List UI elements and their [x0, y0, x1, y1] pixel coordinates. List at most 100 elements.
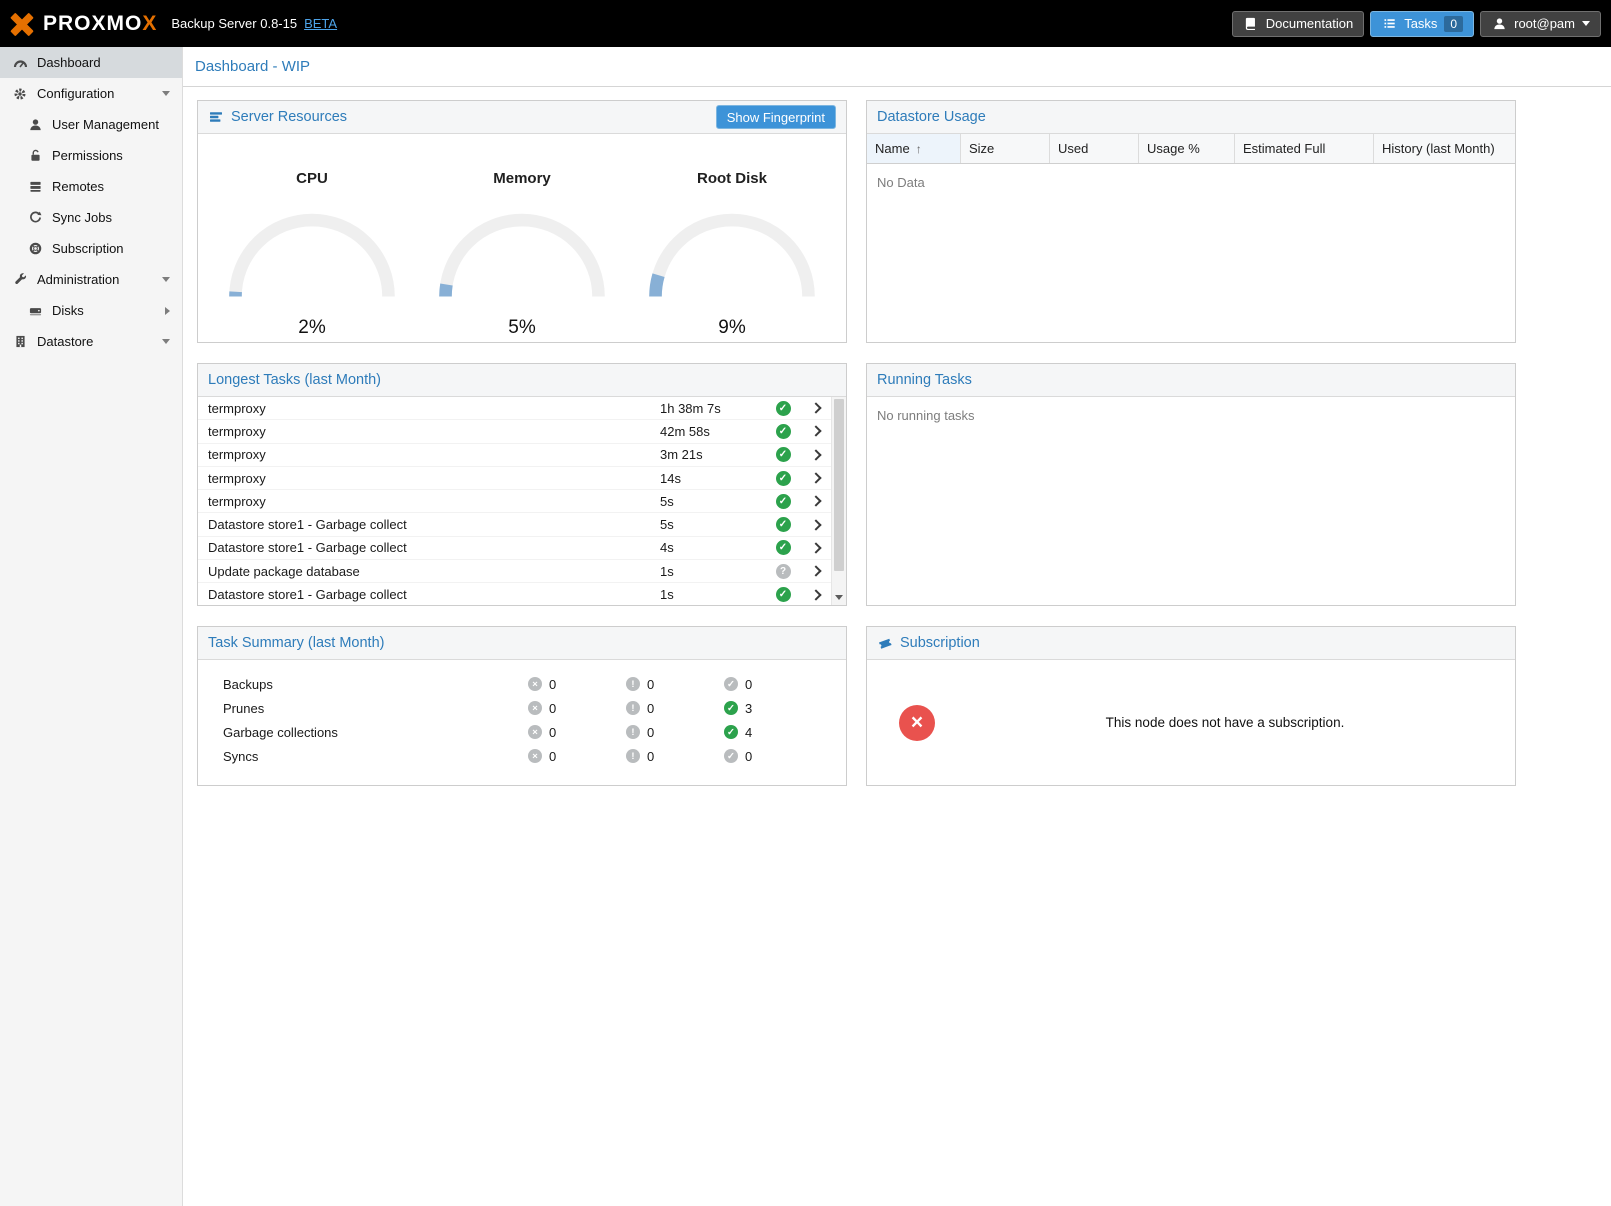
caret-down-icon[interactable]	[162, 339, 170, 344]
task-summary-title: Task Summary (last Month)	[208, 635, 384, 651]
task-row[interactable]: termproxy1h 38m 7s✓	[198, 397, 831, 420]
datastore-usage-body: Name↑SizeUsedUsage %Estimated FullHistor…	[867, 134, 1515, 342]
sidebar-item-remotes[interactable]: Remotes	[0, 171, 182, 202]
user-menu-label: root@pam	[1514, 16, 1575, 31]
gauge-root-disk: Root Disk9%	[630, 170, 834, 342]
chevron-right-icon	[810, 496, 821, 507]
documentation-button[interactable]: Documentation	[1232, 11, 1364, 37]
status-ok-icon: ✓	[776, 587, 791, 602]
server-resources-icon	[208, 110, 224, 124]
subscription-message: This node does not have a subscription.	[935, 715, 1515, 730]
running-tasks-body: No running tasks	[867, 397, 1515, 605]
task-summary-header: Task Summary (last Month)	[198, 627, 846, 660]
proxmox-logo: PROXMOX	[10, 12, 157, 36]
book-icon	[1243, 17, 1259, 31]
caret-right-icon[interactable]	[165, 307, 170, 315]
sidebar-item-datastore[interactable]: Datastore	[0, 326, 182, 357]
sidebar-item-administration[interactable]: Administration	[0, 264, 182, 295]
building-icon	[12, 335, 28, 349]
no-subscription-icon: ×	[899, 705, 935, 741]
task-row[interactable]: termproxy14s✓	[198, 467, 831, 490]
beta-link[interactable]: BETA	[304, 16, 337, 31]
longest-tasks-list: termproxy1h 38m 7s✓termproxy42m 58s✓term…	[198, 397, 846, 605]
task-row[interactable]: Datastore store1 - Garbage collect5s✓	[198, 513, 831, 536]
gauges-area: CPU2%Memory5%Root Disk9%	[198, 134, 846, 342]
support-icon	[27, 242, 43, 256]
open-task-button[interactable]	[801, 567, 831, 575]
sidebar-item-permissions[interactable]: Permissions	[0, 140, 182, 171]
status-unknown-icon: ?	[776, 564, 791, 579]
column-header-estimated-full[interactable]: Estimated Full	[1235, 134, 1374, 163]
column-header-usage[interactable]: Usage %	[1139, 134, 1235, 163]
server-resources-header: Server Resources Show Fingerprint	[198, 101, 846, 134]
error-icon: ×	[528, 677, 542, 691]
warning-icon: !	[626, 725, 640, 739]
longest-tasks-panel: Longest Tasks (last Month) termproxy1h 3…	[197, 363, 847, 606]
scrollbar-thumb[interactable]	[834, 399, 844, 571]
running-tasks-empty-text: No running tasks	[867, 397, 1515, 434]
column-header-name[interactable]: Name↑	[867, 134, 961, 163]
column-header-size[interactable]: Size	[961, 134, 1050, 163]
datastore-usage-title: Datastore Usage	[877, 109, 986, 125]
open-task-button[interactable]	[801, 544, 831, 552]
task-row[interactable]: termproxy42m 58s✓	[198, 420, 831, 443]
task-row[interactable]: termproxy3m 21s✓	[198, 444, 831, 467]
server-resources-panel: Server Resources Show Fingerprint CPU2%M…	[197, 100, 847, 343]
column-header-history-last-month[interactable]: History (last Month)	[1374, 134, 1515, 163]
warning-icon: !	[626, 749, 640, 763]
show-fingerprint-button[interactable]: Show Fingerprint	[716, 105, 836, 129]
open-task-button[interactable]	[801, 591, 831, 599]
user-menu-button[interactable]: root@pam	[1480, 11, 1601, 37]
sidebar-item-subscription[interactable]: Subscription	[0, 233, 182, 264]
warning-icon: !	[626, 677, 640, 691]
user-icon	[27, 118, 43, 132]
open-task-button[interactable]	[801, 404, 831, 412]
task-row[interactable]: Datastore store1 - Garbage collect1s✓	[198, 583, 831, 605]
status-ok-icon: ✓	[776, 471, 791, 486]
gauge-value: 2%	[210, 317, 414, 339]
ok-icon: ✓	[724, 701, 738, 715]
gears-icon	[12, 87, 28, 101]
caret-down-icon[interactable]	[162, 91, 170, 96]
scrollbar[interactable]	[831, 397, 846, 605]
open-task-button[interactable]	[801, 474, 831, 482]
chevron-right-icon	[810, 472, 821, 483]
sort-asc-icon: ↑	[916, 142, 922, 156]
caret-down-icon[interactable]	[162, 277, 170, 282]
wrench-icon	[12, 273, 28, 287]
error-icon: ×	[528, 725, 542, 739]
documentation-label: Documentation	[1266, 16, 1353, 31]
open-task-button[interactable]	[801, 451, 831, 459]
tasks-count-badge: 0	[1444, 16, 1463, 32]
brand-wordmark: PROXMOX	[43, 12, 157, 36]
open-task-button[interactable]	[801, 427, 831, 435]
server-resources-title: Server Resources	[231, 109, 347, 125]
task-row[interactable]: Update package database1s?	[198, 560, 831, 583]
topbar-actions: Documentation Tasks 0 root@pam	[1232, 11, 1601, 37]
running-tasks-header: Running Tasks	[867, 364, 1515, 397]
subscription-title: Subscription	[900, 635, 980, 651]
summary-row-garbage-collections: Garbage collections×0!0✓4	[198, 720, 846, 744]
task-row[interactable]: Datastore store1 - Garbage collect4s✓	[198, 537, 831, 560]
scroll-down-button[interactable]	[832, 590, 846, 605]
sidebar-item-dashboard[interactable]: Dashboard	[0, 47, 182, 78]
topbar: PROXMOX Backup Server 0.8-15 BETA Docume…	[0, 0, 1611, 47]
task-row[interactable]: termproxy5s✓	[198, 490, 831, 513]
page-title: Dashboard - WIP	[195, 58, 310, 75]
task-summary-body: Backups×0!0✓0Prunes×0!0✓3Garbage collect…	[198, 660, 846, 785]
open-task-button[interactable]	[801, 521, 831, 529]
main-content: Dashboard - WIP Server Resources Show Fi…	[183, 47, 1611, 1206]
column-header-used[interactable]: Used	[1050, 134, 1139, 163]
subscription-panel: Subscription × This node does not have a…	[866, 626, 1516, 786]
sidebar-item-sync-jobs[interactable]: Sync Jobs	[0, 202, 182, 233]
server-icon	[27, 180, 43, 194]
sidebar-item-configuration[interactable]: Configuration	[0, 78, 182, 109]
tasks-button[interactable]: Tasks 0	[1370, 11, 1474, 37]
chevron-right-icon	[810, 426, 821, 437]
tachometer-icon	[12, 56, 28, 70]
datastore-usage-empty-text: No Data	[867, 164, 1515, 201]
sidebar-item-user-management[interactable]: User Management	[0, 109, 182, 140]
open-task-button[interactable]	[801, 497, 831, 505]
summary-row-prunes: Prunes×0!0✓3	[198, 696, 846, 720]
sidebar-item-disks[interactable]: Disks	[0, 295, 182, 326]
